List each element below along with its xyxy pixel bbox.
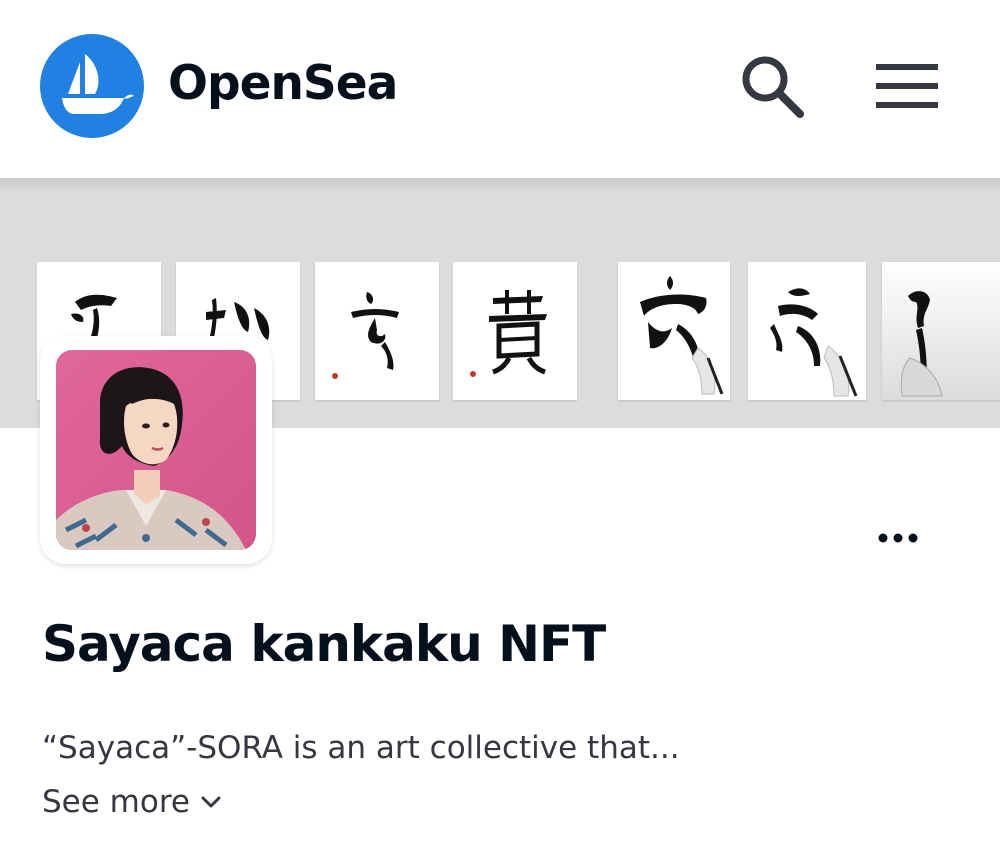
see-more-button[interactable]: See more (42, 784, 222, 820)
calligraphy-artwork (332, 292, 399, 379)
brand-name[interactable]: OpenSea (168, 56, 398, 111)
collection-avatar[interactable] (56, 350, 256, 550)
more-options-button[interactable] (868, 520, 928, 556)
search-icon (742, 56, 804, 118)
banner-artwork-5 (618, 262, 730, 400)
banner-artwork-4 (453, 262, 577, 400)
opensea-logo[interactable] (40, 34, 144, 138)
search-button[interactable] (738, 52, 808, 122)
menu-button[interactable] (872, 60, 942, 112)
banner-artwork-6 (748, 262, 866, 400)
chevron-down-icon (201, 796, 221, 808)
calligraphy-artwork (770, 288, 858, 397)
collection-description: “Sayaca”-SORA is an art collective that.… (42, 730, 680, 766)
see-more-label: See more (42, 784, 190, 820)
collection-title: Sayaca kankaku NFT (42, 615, 606, 673)
avatar-portrait-image (56, 350, 256, 550)
more-options-icon (878, 533, 918, 543)
opensea-boat-icon (62, 54, 134, 114)
hamburger-menu-icon (876, 64, 938, 108)
top-navbar: OpenSea (0, 0, 1000, 178)
calligraphy-artwork (882, 262, 1000, 400)
calligraphy-artwork (640, 276, 724, 395)
collection-avatar-frame (40, 336, 272, 564)
banner-artwork-7 (882, 262, 1000, 400)
banner-shadow (0, 178, 1000, 192)
calligraphy-artwork (470, 290, 547, 377)
banner-artwork-3 (315, 262, 439, 400)
